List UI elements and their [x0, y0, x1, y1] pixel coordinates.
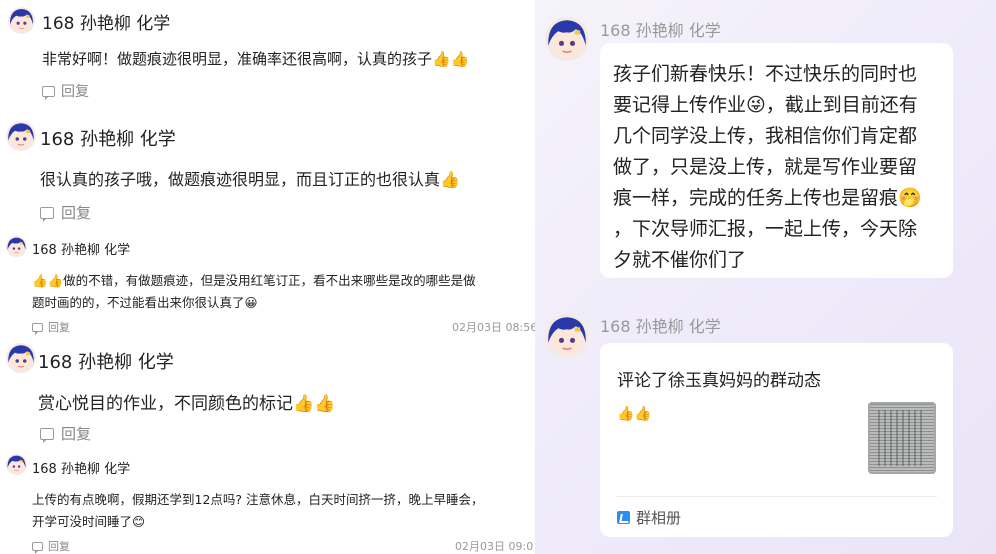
- comment-text: 👍👍做的不错，有做题痕迹，但是没用红笔订正，看不出来哪些是改的哪些是做: [32, 273, 476, 288]
- comment-icon: [32, 541, 43, 554]
- reply-button[interactable]: 回复: [40, 423, 91, 444]
- comment-text: 赏心悦目的作业，不同颜色的标记👍👍: [38, 394, 336, 414]
- reply-label: 回复: [61, 204, 92, 222]
- reply-button[interactable]: 回复: [32, 319, 70, 335]
- comment-text: 非常好啊！做题痕迹很明显，准确率还很高啊，认真的孩子👍👍: [42, 50, 470, 68]
- message-line: 孩子们新春快乐！不过快乐的同时也: [613, 63, 918, 85]
- message-line: 要记得上传作业😜，截止到目前还有: [613, 94, 918, 116]
- reply-button[interactable]: 回复: [42, 81, 89, 101]
- poster-name: 168 孙艳柳 化学: [600, 317, 721, 336]
- comment-icon: [40, 427, 54, 443]
- message-line: 做了，只是没上传，就是写作业要留: [613, 156, 918, 178]
- message-line: 几个同学没上传，我相信你们肯定都: [613, 125, 918, 147]
- message-line: ，下次导师汇报，一起上传，今天除: [613, 218, 918, 240]
- photo-thumbnail[interactable]: [868, 402, 936, 474]
- avatar[interactable]: [6, 454, 27, 475]
- comment-text: 开学可没时间睡了😊: [32, 514, 146, 529]
- reply-button[interactable]: 回复: [40, 202, 91, 223]
- comment-icon: [40, 206, 54, 222]
- commenter-name: 168 孙艳柳 化学: [38, 352, 174, 373]
- avatar[interactable]: [8, 7, 35, 34]
- avatar[interactable]: [6, 236, 27, 257]
- album-icon: [617, 511, 630, 524]
- commenter-name: 168 孙艳柳 化学: [32, 462, 131, 477]
- reply-label: 回复: [48, 540, 70, 553]
- group-activity-card[interactable]: 评论了徐玉真妈妈的群动态 👍👍 群相册: [600, 343, 953, 537]
- activity-comment: 👍👍: [617, 406, 652, 422]
- divider: [617, 496, 937, 497]
- comment-text: 题时画的的，不过能看出来你很认真了😀: [32, 295, 258, 310]
- commenter-name: 168 孙艳柳 化学: [32, 243, 131, 258]
- reply-label: 回复: [61, 425, 92, 443]
- timestamp: 02月03日 09:0: [455, 540, 534, 553]
- activity-title: 评论了徐玉真妈妈的群动态: [617, 371, 821, 391]
- comment-icon: [42, 85, 55, 100]
- poster-name: 168 孙艳柳 化学: [600, 21, 721, 40]
- reply-button[interactable]: 回复: [32, 538, 70, 554]
- reply-label: 回复: [48, 321, 70, 334]
- message-line: 夕就不催你们了: [613, 249, 747, 271]
- message-bubble[interactable]: 孩子们新春快乐！不过快乐的同时也 要记得上传作业😜，截止到目前还有 几个同学没上…: [600, 43, 953, 278]
- comment-icon: [32, 322, 43, 335]
- comments-panel: 168 孙艳柳 化学 非常好啊！做题痕迹很明显，准确率还很高啊，认真的孩子👍👍 …: [0, 0, 535, 554]
- avatar[interactable]: [545, 17, 589, 61]
- comment-text: 上传的有点晚啊，假期还学到12点吗? 注意休息，白天时间挤一挤，晚上早睡会，: [32, 492, 484, 507]
- avatar[interactable]: [6, 343, 36, 373]
- avatar[interactable]: [545, 314, 589, 358]
- group-feed-panel: 168 孙艳柳 化学 孩子们新春快乐！不过快乐的同时也 要记得上传作业😜，截止到…: [535, 0, 996, 554]
- comment-text: 很认真的孩子哦，做题痕迹很明显，而且订正的也很认真👍: [40, 170, 460, 189]
- group-album-link[interactable]: 群相册: [617, 507, 681, 528]
- commenter-name: 168 孙艳柳 化学: [40, 129, 176, 150]
- avatar[interactable]: [6, 121, 36, 151]
- album-label: 群相册: [636, 509, 682, 527]
- commenter-name: 168 孙艳柳 化学: [42, 14, 171, 34]
- message-line: 痕一样，完成的任务上传也是留痕🤭: [613, 187, 922, 209]
- reply-label: 回复: [61, 84, 89, 100]
- timestamp: 02月03日 08:56: [452, 321, 535, 334]
